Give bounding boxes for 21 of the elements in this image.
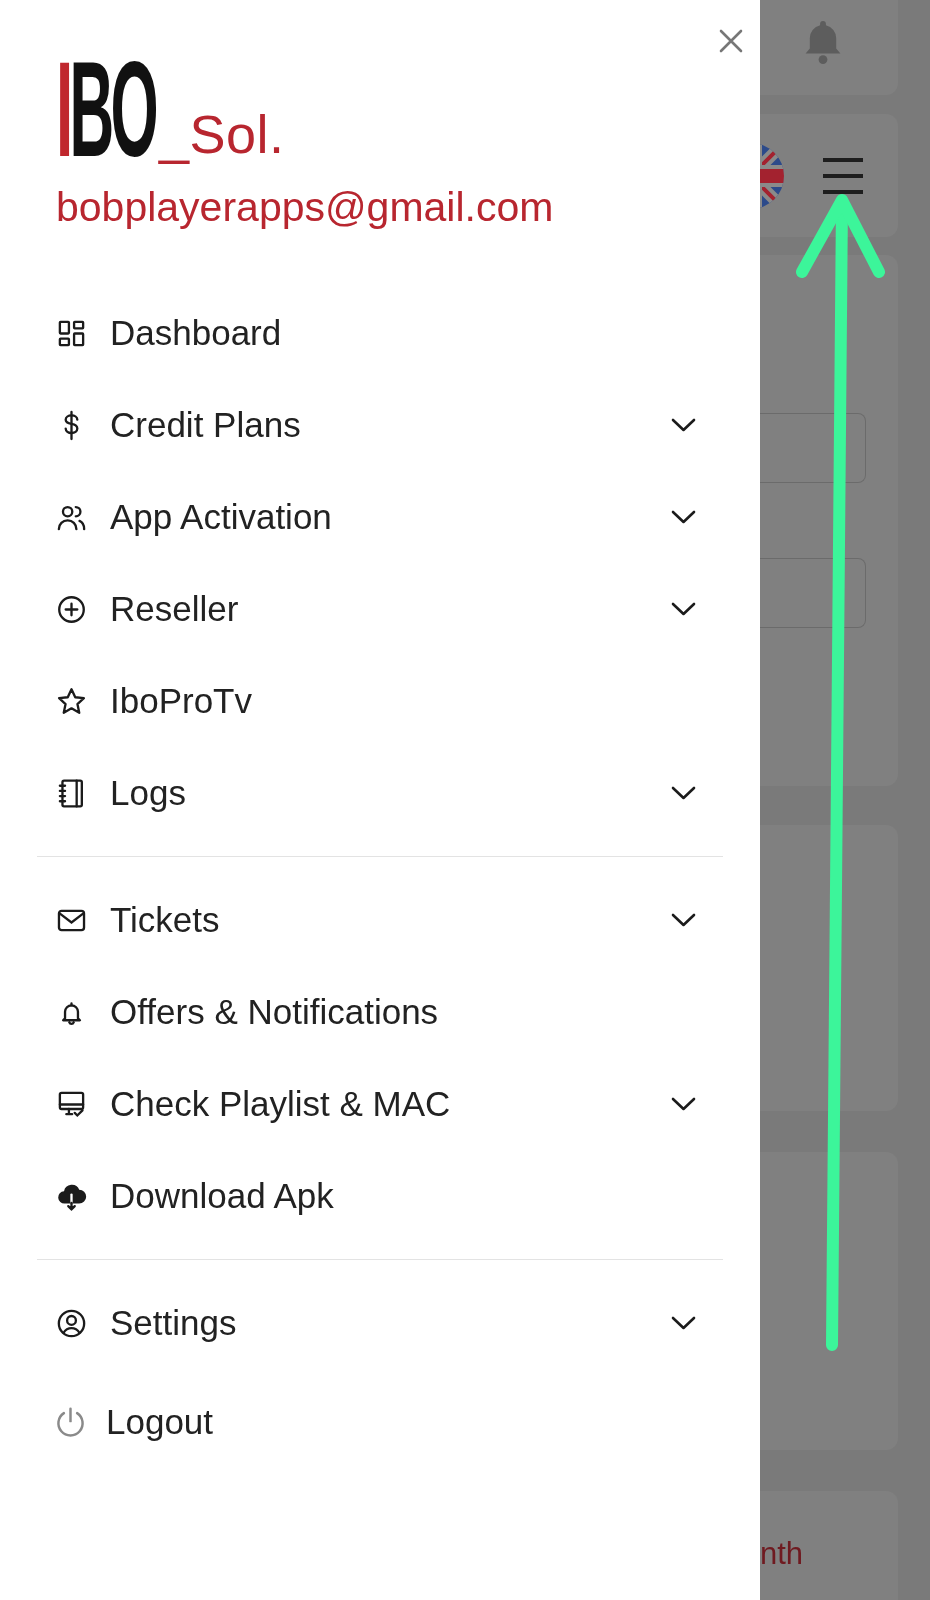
email-text: bobplayerapps@gmail.com bbox=[56, 183, 554, 231]
menu-item[interactable]: Dashboard bbox=[56, 301, 696, 365]
card-text: nth bbox=[760, 1536, 804, 1572]
user-circle-icon bbox=[56, 1307, 87, 1339]
menu-item[interactable]: Offers & Notifications bbox=[56, 980, 696, 1044]
menu-item[interactable]: IboProTv bbox=[56, 669, 696, 733]
menu-item[interactable]: Logs bbox=[56, 761, 696, 825]
menu-item[interactable]: Check Playlist & MAC bbox=[56, 1072, 696, 1136]
star-icon bbox=[56, 685, 87, 717]
menu-item[interactable]: App Activation bbox=[56, 485, 696, 549]
menu-item[interactable]: Settings bbox=[56, 1291, 696, 1355]
logo-mark: IBO bbox=[56, 59, 156, 159]
plus-circle-icon bbox=[56, 593, 87, 625]
menu-item[interactable]: Reseller bbox=[56, 577, 696, 641]
menu-item[interactable]: Credit Plans bbox=[56, 393, 696, 457]
close-icon[interactable] bbox=[719, 29, 743, 53]
power-icon bbox=[54, 1405, 87, 1439]
logout-button[interactable]: Logout bbox=[54, 1390, 696, 1454]
menu-item[interactable]: Download Apk bbox=[56, 1164, 696, 1228]
menu-icon[interactable] bbox=[822, 155, 864, 196]
menu-item[interactable]: Tickets bbox=[56, 888, 696, 952]
